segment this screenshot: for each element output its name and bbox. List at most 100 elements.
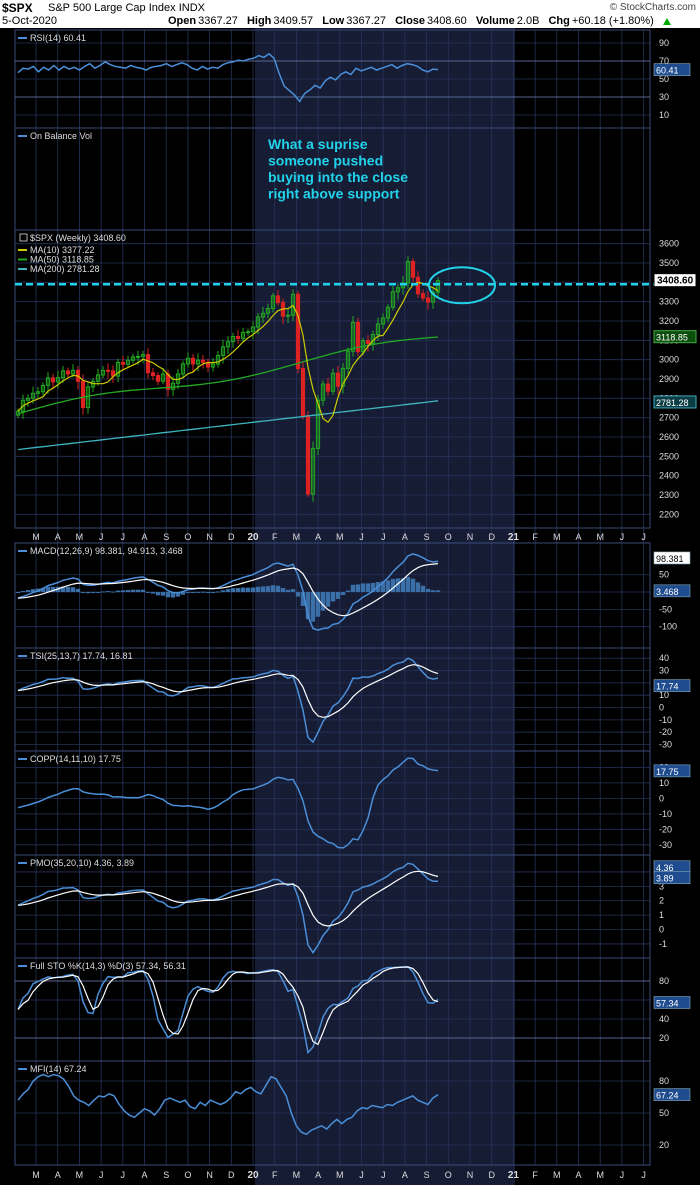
macd-histogram-bar (310, 592, 316, 622)
price-tick-label: 3600 (659, 239, 679, 249)
candle-body (295, 293, 301, 370)
ma-legend: MA(200) 2781.28 (30, 264, 100, 274)
x-tick-label-bottom: J (641, 1170, 646, 1180)
macd-histogram-bar (350, 584, 356, 593)
candle-body (420, 293, 426, 299)
low-value: 3367.27 (346, 15, 386, 27)
x-tick-label-bottom: A (55, 1170, 61, 1180)
price-tick-label: 3300 (659, 297, 679, 307)
macd-histogram-bar (190, 592, 196, 594)
last-value-label: 60.41 (656, 66, 679, 76)
x-tick-label-bottom: J (99, 1170, 104, 1180)
macd-histogram-bar (250, 587, 256, 593)
x-tick-label: A (141, 532, 147, 542)
panel-legend: MFI(14) 67.24 (30, 1064, 87, 1074)
x-tick-label-bottom: F (532, 1170, 538, 1180)
x-tick-label-bottom: M (553, 1170, 561, 1180)
x-tick-label-bottom: 20 (247, 1170, 259, 1181)
price-tick-label: 3200 (659, 316, 679, 326)
candle-body (80, 380, 86, 409)
macd-histogram-bar (105, 591, 111, 593)
chart-svg: M A M J J A S O N D 20 F M A M J J A S O N D 21 F M A M J JM A M J J A S O N… (0, 28, 700, 1185)
x-tick-label-bottom: S (163, 1170, 169, 1180)
candle-body (65, 370, 71, 375)
macd-histogram-bar (95, 592, 101, 594)
candle-body (190, 357, 196, 365)
x-tick-label: A (315, 532, 321, 542)
y-tick-label: 80 (659, 976, 669, 986)
macd-histogram-bar (360, 583, 366, 593)
y-tick-label: 20 (659, 1033, 669, 1043)
x-tick-label-bottom: O (445, 1170, 452, 1180)
panel-legend: MACD(12,26,9) 98.381, 94.913, 3.468 (30, 546, 183, 556)
x-tick-label: S (163, 532, 169, 542)
x-tick-label: M (553, 532, 561, 542)
open-value: 3367.27 (198, 15, 238, 27)
x-tick-label: M (32, 532, 40, 542)
x-tick-label: O (445, 532, 452, 542)
close-label: Close (395, 15, 426, 27)
macd-histogram-bar (230, 588, 236, 593)
macd-histogram-bar (295, 592, 301, 597)
ohlc-strip: Open 3367.27 High 3409.57 Low 3367.27 Close… (168, 15, 671, 27)
macd-histogram-bar (110, 591, 116, 593)
candle-body (285, 314, 291, 317)
x-tick-label-bottom: D (488, 1170, 495, 1180)
x-tick-label: J (359, 532, 364, 542)
macd-histogram-bar (240, 587, 246, 593)
x-tick-label: F (532, 532, 538, 542)
candle-body (120, 361, 126, 365)
quote-date: 5-Oct-2020 (2, 15, 58, 27)
macd-histogram-bar (275, 585, 281, 593)
x-tick-label-bottom: N (206, 1170, 213, 1180)
y-tick-label: -30 (659, 840, 672, 850)
x-tick-label: N (206, 532, 213, 542)
x-tick-label: M (293, 532, 301, 542)
macd-histogram-bar (405, 576, 411, 593)
macd-histogram-bar (435, 590, 441, 593)
macd-histogram-bar (220, 590, 226, 593)
macd-histogram-bar (25, 590, 31, 593)
y-tick-label: -30 (659, 740, 672, 750)
x-tick-label: A (575, 532, 581, 542)
x-tick-label-bottom: A (402, 1170, 408, 1180)
macd-histogram-bar (285, 589, 291, 593)
panel-legend: TSI(25,13,7) 17.74, 16.81 (30, 651, 133, 661)
x-tick-label: A (402, 532, 408, 542)
price-tick-label: 2600 (659, 432, 679, 442)
x-tick-label: J (620, 532, 625, 542)
macd-histogram-bar (345, 590, 351, 593)
low-label: Low (322, 15, 345, 27)
stockcharts-credit[interactable]: © StockCharts.com (610, 2, 696, 13)
macd-histogram-bar (280, 588, 286, 593)
macd-histogram-bar (270, 585, 276, 593)
x-tick-label: N (467, 532, 474, 542)
candle-body (410, 260, 416, 278)
price-tick-label: 3000 (659, 355, 679, 365)
y-tick-label: -100 (659, 622, 677, 632)
last-value-label: 4.36 (656, 863, 674, 873)
y-tick-label: 80 (659, 1076, 669, 1086)
shaded-period (255, 28, 515, 1185)
macd-histogram-bar (85, 592, 91, 594)
index-name: S&P 500 Large Cap Index INDX (48, 2, 205, 14)
last-value-label: 17.75 (656, 767, 679, 777)
candle-body (415, 276, 421, 295)
candle-body (105, 369, 111, 372)
macd-histogram-bar (140, 589, 146, 593)
macd-histogram-bar (195, 591, 201, 593)
macd-histogram-bar (320, 592, 326, 611)
price-tick-label: 3500 (659, 258, 679, 268)
y-tick-label: -20 (659, 727, 672, 737)
x-tick-label-bottom: F (272, 1170, 278, 1180)
price-tick-label: 2200 (659, 509, 679, 519)
ma50-value-label: 3118.85 (656, 333, 688, 343)
last-value-label: 3.89 (656, 874, 674, 884)
macd-histogram-bar (20, 590, 26, 593)
x-tick-label: J (641, 532, 646, 542)
x-tick-label: M (596, 532, 604, 542)
macd-histogram-bar (205, 592, 211, 594)
ma200-value-label: 2781.28 (656, 398, 689, 408)
symbol: $SPX (2, 1, 33, 15)
annotation-line: buying into the close (268, 169, 408, 185)
